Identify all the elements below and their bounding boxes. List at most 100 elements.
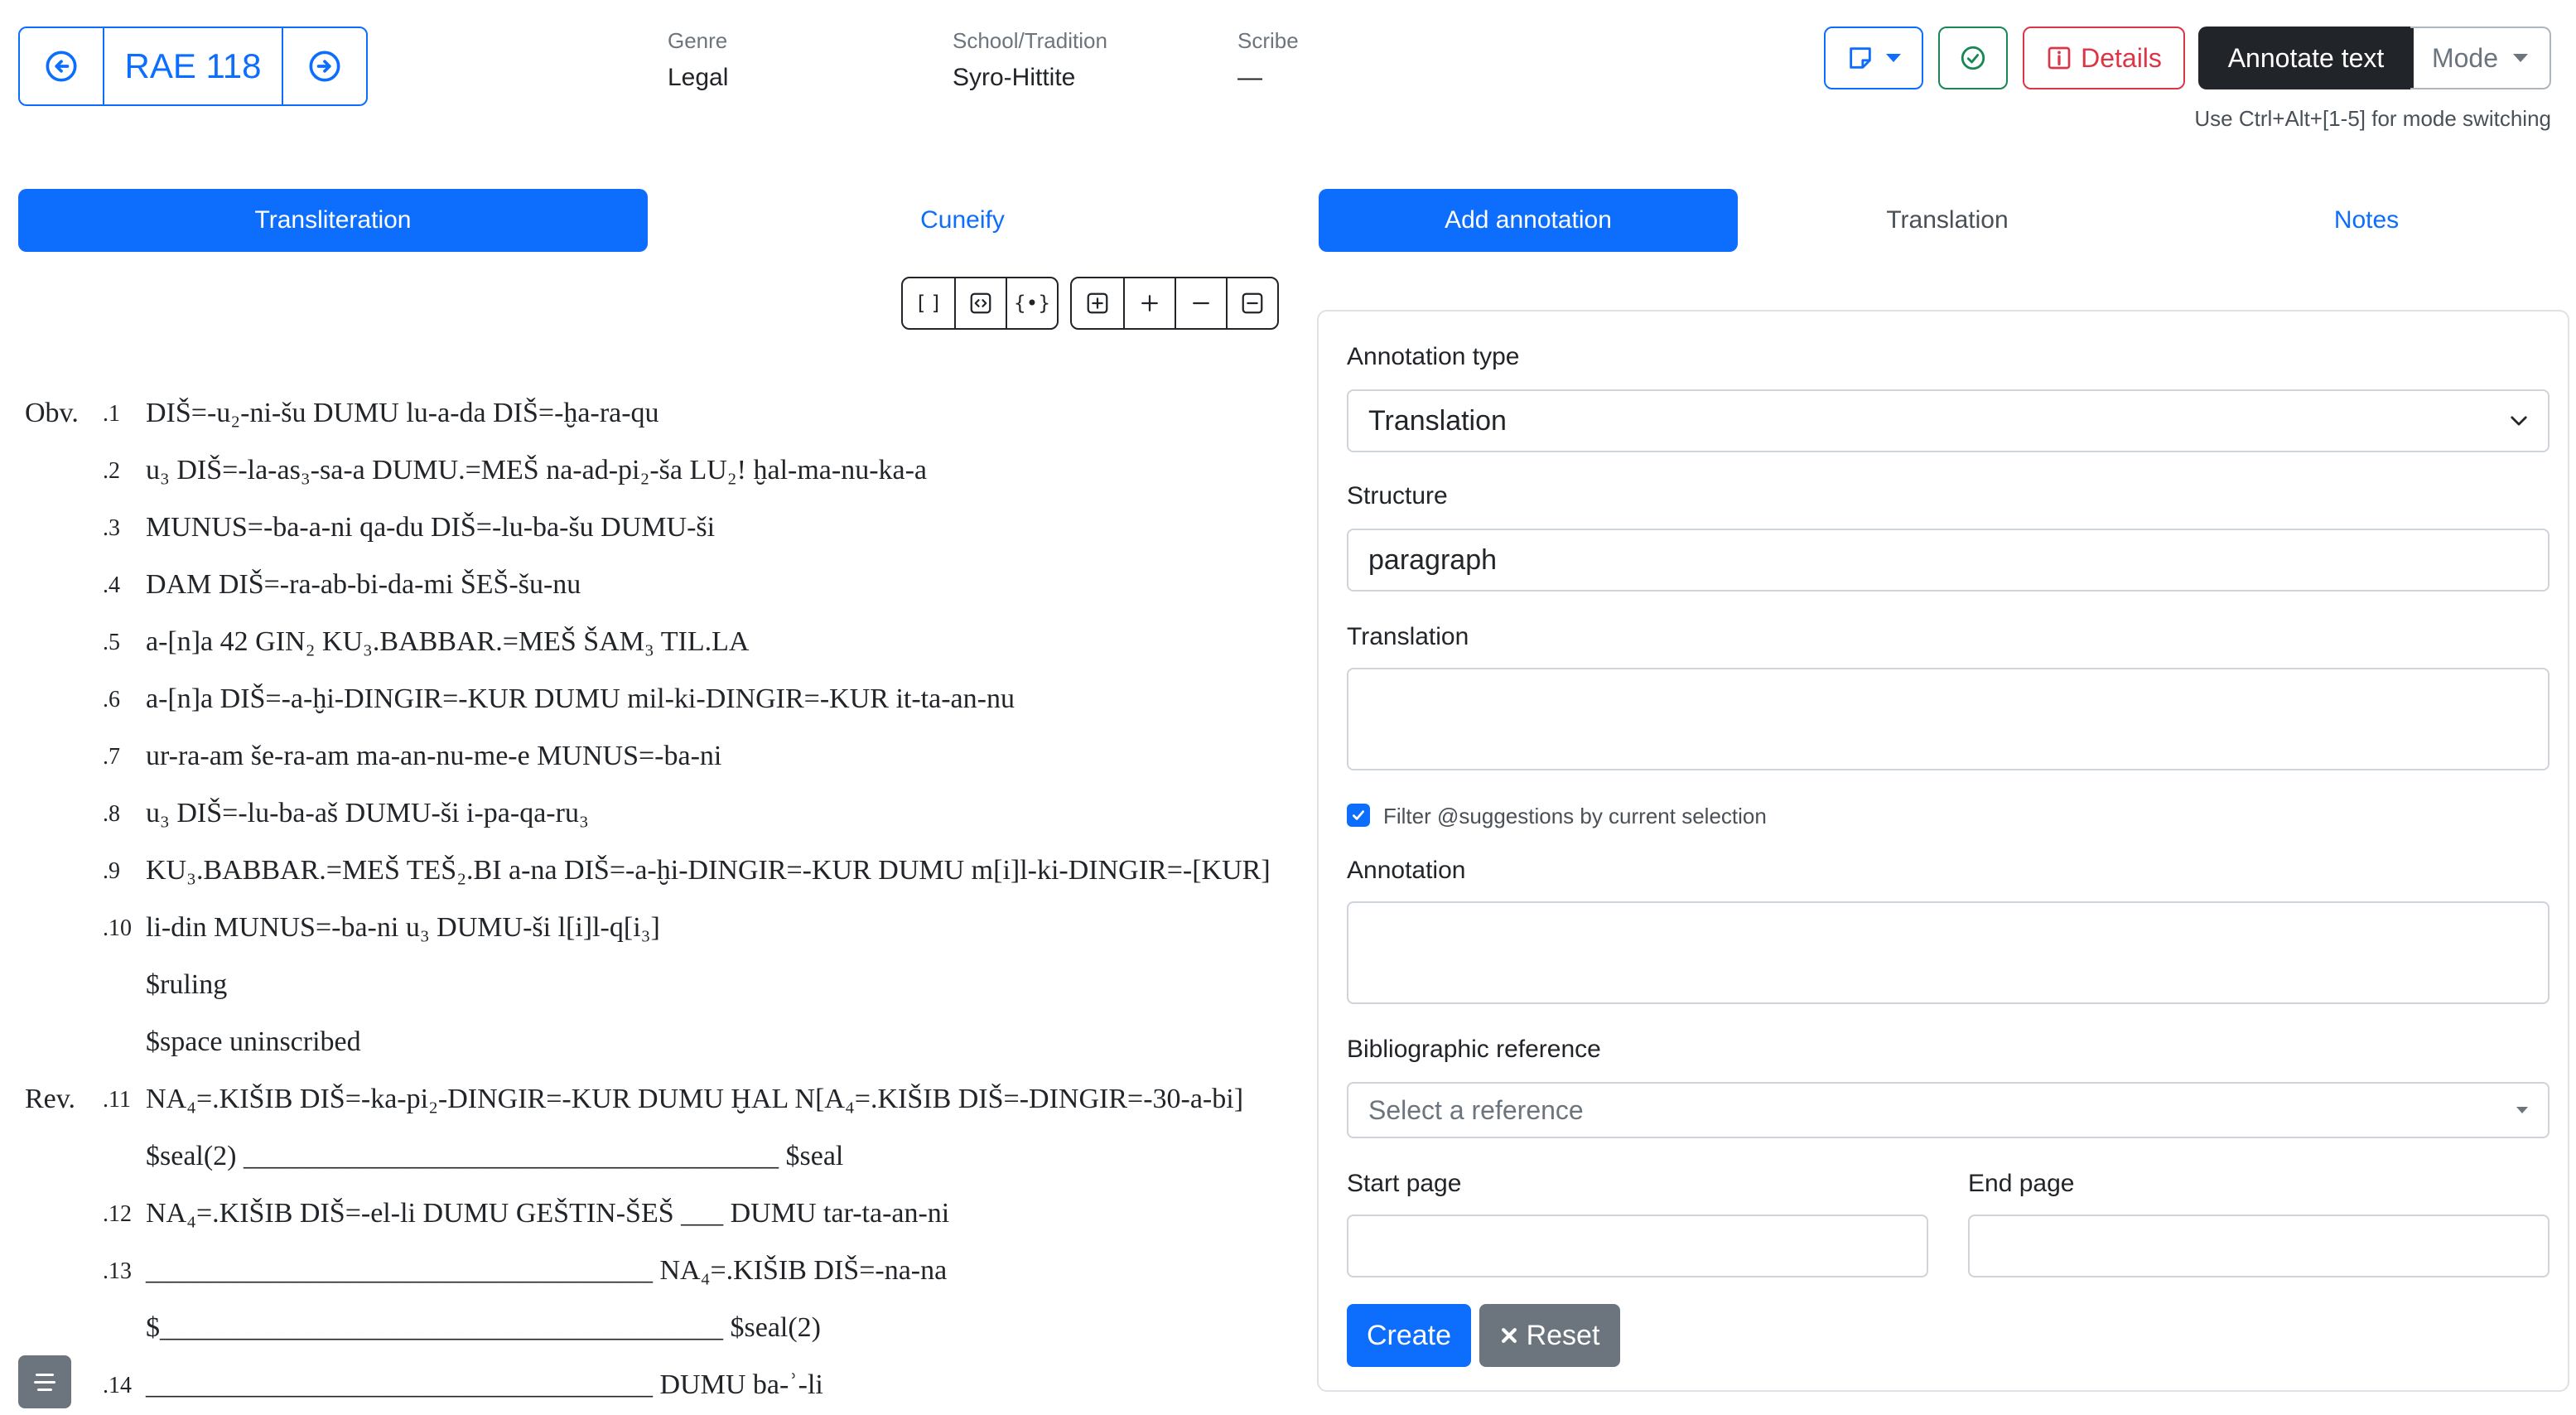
genre-info: Genre Legal (668, 28, 728, 92)
info-square-icon (2048, 46, 2071, 70)
line-text[interactable]: NA₄=.KIŠIB DIŠ=-ka-pi₂-DINGIR=-KUR DUMU … (146, 1084, 1243, 1115)
line-text[interactable]: NA₄=.KIŠIB DIŠ=-el-li DUMU GEŠTIN-ŠEŠ __… (146, 1198, 949, 1229)
line-text[interactable]: DAM DIŠ=-ra-ab-bi-da-mi ŠEŠ-šu-nu (146, 569, 581, 601)
filter-suggestions-label[interactable]: Filter @suggestions by current selection (1383, 804, 1767, 829)
end-page-input[interactable] (1968, 1215, 2549, 1277)
reset-button[interactable]: Reset (1479, 1304, 1620, 1367)
line-text[interactable]: DIŠ=-u₂-ni-šu DUMU lu-a-da DIŠ=-ḫa-ra-qu (146, 398, 659, 429)
chevron-down-icon (2513, 54, 2529, 62)
decrease-button[interactable] (1175, 278, 1226, 328)
line-number: .10 (103, 915, 132, 941)
structure-input[interactable]: paragraph (1347, 529, 2549, 592)
surface-label: Obv. (25, 398, 79, 428)
text-navigation-group: RAE 118 (18, 27, 368, 106)
bibliographic-reference-label: Bibliographic reference (1347, 1036, 1601, 1063)
mode-dropdown-button[interactable]: Mode (2410, 27, 2551, 89)
scribe-label: Scribe (1237, 28, 1299, 53)
line-text[interactable]: $seal(2) _______________________________… (146, 1141, 843, 1172)
line-number: .3 (103, 515, 120, 541)
line-text[interactable]: KU₃.BABBAR.=MEŠ TEŠ₂.BI a-na DIŠ=-a-ḫi-D… (146, 855, 1271, 886)
sidebar-toggle-button[interactable] (18, 1355, 71, 1408)
line-number: .2 (103, 458, 120, 484)
caret-down-icon (2516, 1107, 2528, 1113)
scribe-info: Scribe — (1237, 28, 1299, 92)
school-info: School/Tradition Syro-Hittite (953, 28, 1107, 92)
tab-notes[interactable]: Notes (2157, 189, 2576, 252)
filter-suggestions-checkbox[interactable] (1347, 804, 1370, 827)
arrow-left-circle-icon (46, 51, 77, 82)
school-value: Syro-Hittite (953, 64, 1076, 91)
tab-translation[interactable]: Translation (1738, 189, 2157, 252)
minus-icon (1193, 302, 1209, 305)
line-text[interactable]: u₃ DIŠ=-lu-ba-aš DUMU-ši i-pa-qa-ru₃ (146, 798, 589, 829)
genre-label: Genre (668, 28, 728, 53)
line-text[interactable]: u₃ DIŠ=-la-as₃-sa-a DUMU.=MEŠ na-ad-pi₂-… (146, 455, 927, 486)
text-lines-icon (34, 1380, 55, 1384)
increase-button[interactable] (1123, 278, 1175, 328)
brackets-button[interactable]: [ ] (903, 278, 954, 328)
annotation-type-value: Translation (1368, 404, 1507, 437)
tab-transliteration[interactable]: Transliteration (18, 189, 648, 252)
line-number: .6 (103, 687, 120, 712)
line-number: .12 (103, 1201, 132, 1227)
line-number: .7 (103, 744, 120, 770)
mode-label: Mode (2431, 42, 2499, 73)
tab-cuneify[interactable]: Cuneify (648, 189, 1277, 252)
markup-toolbar-group: [ ] {•} (901, 277, 1059, 330)
line-text[interactable]: $ruling (146, 969, 227, 1001)
text-id-button[interactable]: RAE 118 (103, 28, 283, 104)
zoom-toolbar-group (1070, 277, 1279, 330)
line-number: .11 (103, 1087, 131, 1113)
annotation-type-select[interactable]: Translation (1347, 389, 2549, 452)
text-lines-icon (37, 1388, 52, 1391)
code-square-icon (970, 292, 991, 314)
translation-textarea[interactable] (1347, 668, 2549, 770)
chevron-down-icon (2511, 416, 2527, 426)
line-text[interactable]: a-[n]a DIŠ=-a-ḫi-DINGIR=-KUR DUMU mil-ki… (146, 683, 1015, 715)
annotation-textarea[interactable] (1347, 901, 2549, 1004)
start-page-input[interactable] (1347, 1215, 1928, 1277)
structure-label: Structure (1347, 482, 1448, 509)
sticky-note-icon (1850, 47, 1871, 69)
line-number: .4 (103, 572, 120, 598)
line-text[interactable]: $_______________________________________… (146, 1312, 821, 1344)
times-icon (1501, 1328, 1517, 1343)
details-button[interactable]: Details (2023, 27, 2185, 89)
line-text[interactable]: a-[n]a 42 GIN₂ KU₃.BABBAR.=MEŠ ŠAM₃ TIL.… (146, 626, 749, 658)
determinative-button[interactable]: {•} (1006, 278, 1057, 328)
bibliographic-reference-select[interactable]: Select a reference (1347, 1082, 2549, 1138)
line-number: .14 (103, 1373, 132, 1398)
line-text[interactable]: li-din MUNUS=-ba-ni u₃ DUMU-ši l[i]l-q[i… (146, 912, 660, 944)
line-number: .8 (103, 801, 120, 827)
minus-square-icon (1242, 292, 1263, 314)
plus-icon (1141, 295, 1158, 311)
translation-label: Translation (1347, 623, 1469, 650)
expand-all-button[interactable] (1072, 278, 1123, 328)
previous-text-button[interactable] (20, 28, 103, 104)
reset-label: Reset (1526, 1319, 1600, 1351)
details-label: Details (2081, 42, 2162, 73)
line-text[interactable]: ____________________________________ DUM… (146, 1369, 823, 1401)
plus-square-icon (1087, 292, 1108, 314)
annotation-label: Annotation (1347, 857, 1466, 884)
annotate-text-button[interactable]: Annotate text (2198, 27, 2414, 89)
code-brackets-button[interactable] (954, 278, 1006, 328)
line-number: .13 (103, 1258, 132, 1284)
notes-dropdown-button[interactable] (1824, 27, 1923, 89)
arrow-right-circle-icon (309, 51, 340, 82)
validate-button[interactable] (1938, 27, 2008, 89)
next-text-button[interactable] (283, 28, 366, 104)
tab-add-annotation[interactable]: Add annotation (1319, 189, 1738, 252)
line-text[interactable]: $space uninscribed (146, 1026, 361, 1058)
line-text[interactable]: MUNUS=-ba-a-ni qa-du DIŠ=-lu-ba-šu DUMU-… (146, 512, 715, 543)
annotation-type-label: Annotation type (1347, 343, 1520, 370)
line-text[interactable]: ur-ra-am še-ra-am ma-an-nu-me-e MUNUS=-b… (146, 741, 721, 772)
scribe-value: — (1237, 64, 1262, 91)
check-circle-icon (1961, 46, 1985, 70)
bibliographic-reference-placeholder: Select a reference (1368, 1094, 1584, 1125)
line-text[interactable]: ____________________________________ NA₄… (146, 1255, 947, 1287)
create-button[interactable]: Create (1347, 1304, 1471, 1367)
start-page-label: Start page (1347, 1170, 1462, 1197)
collapse-all-button[interactable] (1226, 278, 1277, 328)
line-number: .5 (103, 630, 120, 655)
